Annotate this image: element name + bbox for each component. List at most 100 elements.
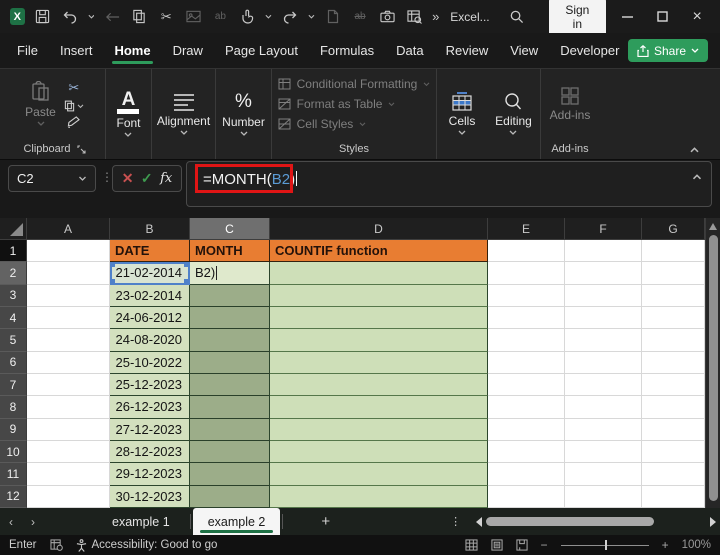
cell-B6[interactable]: 25-10-2022 [110,351,190,374]
enter-icon[interactable]: ✓ [141,170,153,187]
copy-icon[interactable] [130,8,148,26]
horizontal-scrollbar-thumb[interactable] [486,517,655,526]
row-header-1[interactable]: 1 [0,240,27,263]
cell-B1[interactable]: DATE [110,240,190,263]
cell-B5[interactable]: 24-08-2020 [110,329,190,352]
paste-button[interactable]: Paste [25,81,56,127]
column-header-f[interactable]: F [565,218,642,240]
cell-C9[interactable] [190,418,270,441]
cell-D2[interactable] [270,262,488,285]
cell-F11[interactable] [565,463,642,486]
scroll-left-icon[interactable] [476,516,483,527]
cell-C8[interactable] [190,396,270,419]
insert-function-icon[interactable]: fx [160,171,172,186]
cell-E6[interactable] [488,351,565,374]
normal-view-icon[interactable] [465,539,478,551]
cell-F9[interactable] [565,418,642,441]
touch-draw-chevron-icon[interactable] [265,14,272,20]
sign-in-button[interactable]: Sign in [548,0,607,35]
cell-F12[interactable] [565,485,642,508]
menu-tab-file[interactable]: File [6,37,49,64]
cell-A9[interactable] [27,418,110,441]
zoom-slider[interactable] [560,539,649,551]
number-button[interactable]: % Number [222,91,265,137]
next-sheet-icon[interactable]: › [22,515,44,529]
cell-F10[interactable] [565,440,642,464]
cell-C12[interactable] [190,485,270,508]
cell-A1[interactable] [27,240,110,263]
cell-E1[interactable] [488,240,565,263]
formula-input[interactable]: =MONTH(B2) [186,161,712,207]
cell-C3[interactable] [190,284,270,307]
row-header-6[interactable]: 6 [0,351,27,374]
column-header-e[interactable]: E [488,218,565,240]
cell-C6[interactable] [190,351,270,374]
cell-A2[interactable] [27,262,110,285]
cell-B2[interactable]: 21-02-2014 [110,262,190,285]
cell-D6[interactable] [270,351,488,374]
collapse-ribbon-icon[interactable] [689,146,700,153]
cell-G2[interactable] [642,262,705,285]
menu-tab-formulas[interactable]: Formulas [309,37,385,64]
cell-E3[interactable] [488,284,565,307]
column-header-b[interactable]: B [110,218,190,240]
format-painter-button[interactable] [67,116,81,128]
search-icon[interactable] [508,8,526,26]
cell-A11[interactable] [27,463,110,486]
horizontal-scrollbar-track[interactable] [486,517,706,526]
select-all-corner[interactable] [0,218,27,240]
sheet-tab-example-1[interactable]: example 1 [92,508,190,535]
horizontal-scrollbar[interactable] [476,516,717,527]
cell-A12[interactable] [27,485,110,508]
copy-button[interactable] [64,100,84,112]
page-layout-view-icon[interactable] [490,539,503,551]
cell-E11[interactable] [488,463,565,486]
cell-D10[interactable] [270,440,488,464]
vertical-scrollbar-thumb[interactable] [709,235,718,501]
menu-tab-review[interactable]: Review [435,37,500,64]
cell-B7[interactable]: 25-12-2023 [110,373,190,397]
zoom-out-icon[interactable]: − [541,538,548,552]
cell-D4[interactable] [270,306,488,330]
cells-button[interactable]: Cells [449,92,475,136]
accessibility-status[interactable]: Accessibility: Good to go [92,539,218,551]
cell-C2[interactable]: B2) [190,262,270,285]
save-icon[interactable] [34,8,52,26]
cell-B8[interactable]: 26-12-2023 [110,396,190,419]
cell-G6[interactable] [642,351,705,374]
cell-A3[interactable] [27,284,110,307]
scroll-up-icon[interactable] [709,223,717,230]
macro-record-icon[interactable] [49,539,63,551]
alignment-button[interactable]: Alignment [157,92,210,136]
cell-F6[interactable] [565,351,642,374]
cell-F8[interactable] [565,396,642,419]
cell-E10[interactable] [488,440,565,464]
cell-styles-button[interactable]: Cell Styles [278,117,431,131]
cell-E8[interactable] [488,396,565,419]
cell-A5[interactable] [27,329,110,352]
cell-F2[interactable] [565,262,642,285]
cell-G10[interactable] [642,440,705,464]
conditional-formatting-button[interactable]: Conditional Formatting [278,77,431,91]
addins-button[interactable]: Add-ins [550,86,590,122]
cell-G12[interactable] [642,485,705,508]
cell-A6[interactable] [27,351,110,374]
zoom-level[interactable]: 100% [682,539,711,551]
row-header-3[interactable]: 3 [0,284,27,307]
vertical-scrollbar[interactable] [705,218,720,508]
editing-button[interactable]: Editing [495,92,532,136]
cell-F4[interactable] [565,306,642,330]
cell-C7[interactable] [190,373,270,397]
column-header-g[interactable]: G [642,218,705,240]
collapse-formula-bar-icon[interactable] [692,173,702,180]
cell-E12[interactable] [488,485,565,508]
undo-chevron-icon[interactable] [87,14,95,20]
name-box[interactable]: C2 [8,165,96,192]
cancel-icon[interactable]: ✕ [122,170,134,187]
redo-chevron-icon[interactable] [308,14,315,20]
undo-icon[interactable] [61,8,79,26]
cell-C11[interactable] [190,463,270,486]
cell-C5[interactable] [190,329,270,352]
sheet-tab-example-2[interactable]: example 2 [192,508,281,535]
cell-E5[interactable] [488,329,565,352]
